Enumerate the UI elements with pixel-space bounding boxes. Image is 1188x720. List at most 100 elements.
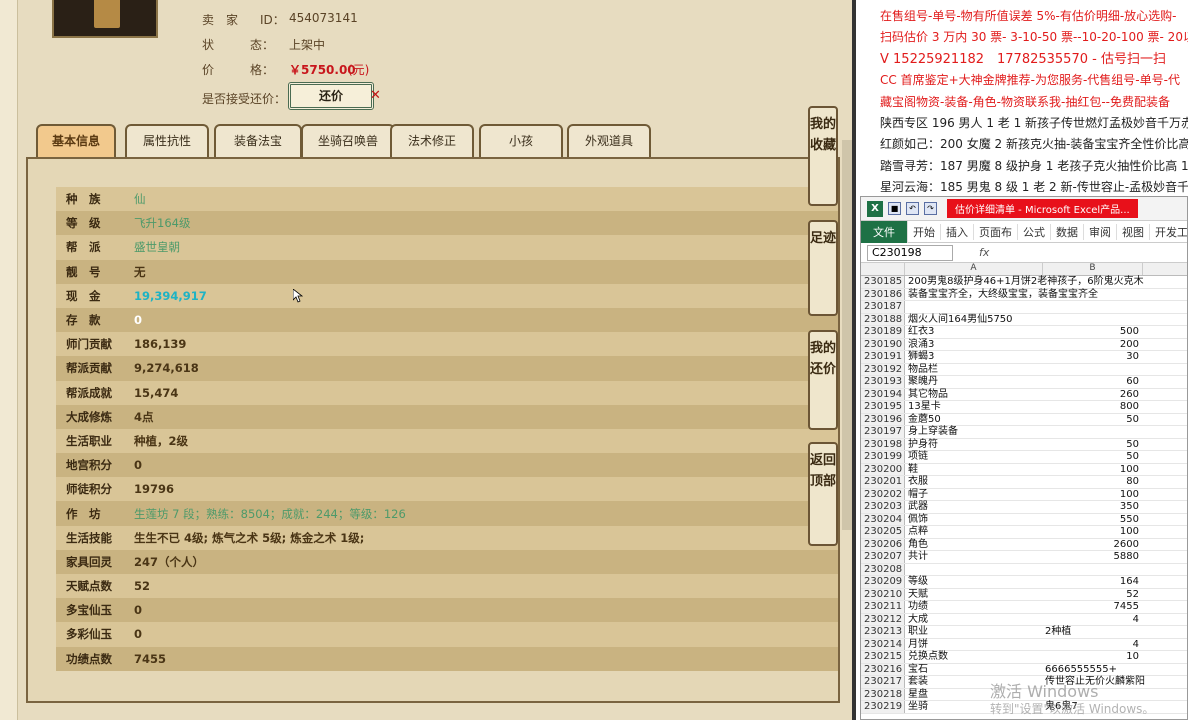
sheet-row[interactable]: 230209 等级 164 xyxy=(861,576,1187,589)
sheet-row[interactable]: 230201 衣服 80 xyxy=(861,476,1187,489)
cell-b[interactable] xyxy=(1043,564,1143,576)
cell-b[interactable] xyxy=(1043,301,1143,313)
sheet-row[interactable]: 230202 帽子 100 xyxy=(861,488,1187,501)
cell-b[interactable]: 52 xyxy=(1043,589,1143,601)
cell-b[interactable]: 60 xyxy=(1043,376,1143,388)
cell-b[interactable] xyxy=(1043,314,1143,326)
footprint-button[interactable]: 足迹 xyxy=(808,220,838,316)
close-icon[interactable]: ✕ xyxy=(370,88,381,103)
bargain-button[interactable]: 还价 xyxy=(288,82,374,110)
cell-a[interactable] xyxy=(905,301,1043,313)
cell-a[interactable]: 共计 xyxy=(905,551,1043,563)
cell-a[interactable]: 装备宝宝齐全，大终级宝宝，装备宝宝齐全 xyxy=(905,289,1098,301)
row-number[interactable]: 230209 xyxy=(861,576,905,588)
sheet-row[interactable]: 230205 点粹 100 xyxy=(861,526,1187,539)
cell-a[interactable]: 宝石 xyxy=(905,664,1043,676)
cell-a[interactable]: 护身符 xyxy=(905,439,1043,451)
undo-icon[interactable]: ↶ xyxy=(906,202,919,215)
tab-attributes[interactable]: 属性抗性 xyxy=(125,124,209,158)
cell-a[interactable]: 狮蝎3 xyxy=(905,351,1043,363)
ribbon-tab-page-layout[interactable]: 页面布 xyxy=(974,223,1018,240)
cell-a[interactable]: 其它物品 xyxy=(905,389,1043,401)
cell-b[interactable]: 50 xyxy=(1043,439,1143,451)
sheet-row[interactable]: 230189 红衣3 500 xyxy=(861,326,1187,339)
row-number[interactable]: 230218 xyxy=(861,688,905,700)
row-number[interactable]: 230187 xyxy=(861,301,905,313)
spreadsheet-grid[interactable]: 230185 200男鬼8级护身46+1月饼2老神孩子，6阶鬼火克木 230186 装… xyxy=(861,276,1187,714)
cell-a[interactable]: 金蘑50 xyxy=(905,414,1043,426)
scrollbar[interactable] xyxy=(842,140,852,530)
sheet-row[interactable]: 230186 装备宝宝齐全，大终级宝宝，装备宝宝齐全 xyxy=(861,288,1187,301)
cell-a[interactable]: 烟火人间164男仙5750 xyxy=(905,314,1043,326)
cell-b[interactable] xyxy=(1043,364,1143,376)
row-number[interactable]: 230215 xyxy=(861,651,905,663)
sheet-row[interactable]: 230187 xyxy=(861,301,1187,314)
cell-a[interactable]: 角色 xyxy=(905,539,1043,551)
tab-equipment[interactable]: 装备法宝 xyxy=(214,124,302,158)
sheet-row[interactable]: 230211 功绩 7455 xyxy=(861,601,1187,614)
row-number[interactable]: 230197 xyxy=(861,426,905,438)
row-number[interactable]: 230196 xyxy=(861,413,905,425)
cell-a[interactable]: 佩饰 xyxy=(905,514,1043,526)
cell-a[interactable]: 浪涌3 xyxy=(905,339,1043,351)
tab-mounts-summons[interactable]: 坐骑召唤兽 xyxy=(301,124,395,158)
sheet-row[interactable]: 230216 宝石 6666555555+ xyxy=(861,663,1187,676)
my-bargains-button[interactable]: 我的还价 xyxy=(808,330,838,430)
cell-a[interactable]: 武器 xyxy=(905,501,1043,513)
row-number[interactable]: 230185 xyxy=(861,276,905,288)
cell-b[interactable]: 4 xyxy=(1043,614,1143,626)
cell-b[interactable]: 50 xyxy=(1043,414,1143,426)
sheet-row[interactable]: 230207 共计 5880 xyxy=(861,551,1187,564)
row-number[interactable]: 230203 xyxy=(861,501,905,513)
sheet-row[interactable]: 230194 其它物品 260 xyxy=(861,388,1187,401)
ribbon-tab-home[interactable]: 开始 xyxy=(908,223,941,240)
tab-appearance[interactable]: 外观道具 xyxy=(567,124,651,158)
cell-b[interactable]: 500 xyxy=(1043,326,1143,338)
cell-b[interactable]: 50 xyxy=(1043,451,1143,463)
cell-a[interactable] xyxy=(905,564,1043,576)
cell-b[interactable]: 80 xyxy=(1043,476,1143,488)
cell-b[interactable]: 164 xyxy=(1043,576,1143,588)
cell-a[interactable]: 大成 xyxy=(905,614,1043,626)
column-header-a[interactable]: A xyxy=(905,263,1043,275)
back-to-top-button[interactable]: 返回顶部 xyxy=(808,442,838,546)
sheet-row[interactable]: 230195 13星卡 800 xyxy=(861,401,1187,414)
ribbon-tab-insert[interactable]: 插入 xyxy=(941,223,974,240)
sheet-row[interactable]: 230214 月饼 4 xyxy=(861,638,1187,651)
sheet-row[interactable]: 230212 大成 4 xyxy=(861,613,1187,626)
cell-b[interactable] xyxy=(1043,276,1143,288)
cell-a[interactable]: 身上穿装备 xyxy=(905,426,1043,438)
save-icon[interactable]: ■ xyxy=(888,202,901,215)
cell-b[interactable]: 4 xyxy=(1043,639,1143,651)
sheet-row[interactable]: 230193 聚魄丹 60 xyxy=(861,376,1187,389)
row-number[interactable]: 230219 xyxy=(861,701,905,713)
tab-spell-mods[interactable]: 法术修正 xyxy=(390,124,474,158)
sheet-row[interactable]: 230215 兑换点数 10 xyxy=(861,651,1187,664)
sheet-row[interactable]: 230190 浪涌3 200 xyxy=(861,338,1187,351)
cell-a[interactable]: 月饼 xyxy=(905,639,1043,651)
sheet-row[interactable]: 230203 武器 350 xyxy=(861,501,1187,514)
row-number[interactable]: 230188 xyxy=(861,313,905,325)
sheet-row[interactable]: 230206 角色 2600 xyxy=(861,538,1187,551)
cell-b[interactable]: 260 xyxy=(1043,389,1143,401)
row-number[interactable]: 230190 xyxy=(861,338,905,350)
cell-a[interactable]: 等级 xyxy=(905,576,1043,588)
row-number[interactable]: 230211 xyxy=(861,601,905,613)
row-number[interactable]: 230201 xyxy=(861,476,905,488)
row-number[interactable]: 230189 xyxy=(861,326,905,338)
fx-icon[interactable]: fx xyxy=(979,246,989,259)
sheet-row[interactable]: 230196 金蘑50 50 xyxy=(861,413,1187,426)
sheet-row[interactable]: 230213 职业 2种植 xyxy=(861,626,1187,639)
row-number[interactable]: 230192 xyxy=(861,363,905,375)
cell-a[interactable]: 物品栏 xyxy=(905,364,1043,376)
cell-a[interactable]: 功绩 xyxy=(905,601,1043,613)
cell-b[interactable]: 550 xyxy=(1043,514,1143,526)
cell-b[interactable]: 100 xyxy=(1043,489,1143,501)
row-number[interactable]: 230186 xyxy=(861,288,905,300)
cell-b[interactable]: 2种植 xyxy=(1043,626,1143,638)
ribbon-tab-review[interactable]: 审阅 xyxy=(1084,223,1117,240)
row-number[interactable]: 230212 xyxy=(861,613,905,625)
cell-a[interactable]: 200男鬼8级护身46+1月饼2老神孩子，6阶鬼火克木 xyxy=(905,276,1144,288)
cell-b[interactable]: 2600 xyxy=(1043,539,1143,551)
sheet-row[interactable]: 230192 物品栏 xyxy=(861,363,1187,376)
